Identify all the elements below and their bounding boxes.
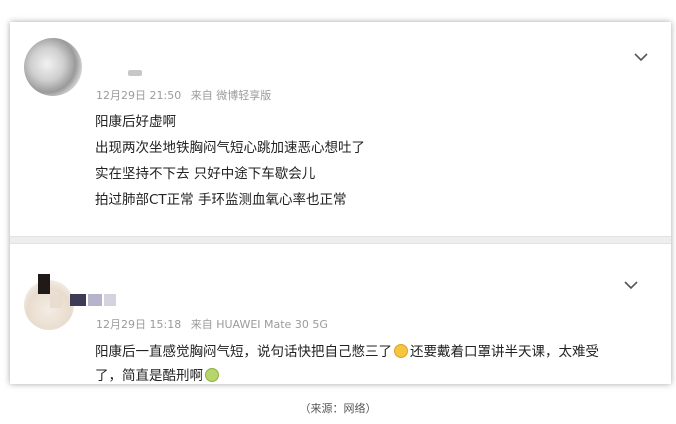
post-time: 12月29日 21:50 — [96, 89, 182, 102]
avatar-redaction — [50, 294, 62, 308]
post-text: 了，简直是酷刑啊 — [95, 368, 203, 384]
post-text-line: 阳康后一直感觉胸闷气短，说句话快把自己憋三了 还要戴着口罩讲半天课，太难受 — [95, 340, 599, 360]
post-2: 12月29日 15:18 来自 HUAWEI Mate 30 5G 阳康后一直感… — [10, 244, 671, 384]
post-text: 还要戴着口罩讲半天课，太难受 — [410, 344, 599, 360]
post-source: 来自 HUAWEI Mate 30 5G — [190, 318, 328, 331]
username-redacted — [104, 294, 116, 306]
username-redacted — [70, 294, 86, 306]
username-redacted — [128, 70, 142, 76]
nauseated-face-icon — [205, 368, 219, 382]
post-divider — [10, 236, 671, 244]
avatar[interactable] — [24, 38, 82, 96]
username-redacted — [88, 294, 102, 306]
chevron-down-icon[interactable] — [624, 280, 638, 290]
post-text-line: 阳康后好虚啊 — [95, 114, 176, 130]
post-text-line: 实在坚持不下去 只好中途下车歇会儿 — [95, 166, 316, 182]
avatar-redaction — [38, 274, 50, 294]
post-time: 12月29日 15:18 — [96, 318, 182, 331]
crying-face-icon — [394, 344, 408, 358]
post-text-line: 了，简直是酷刑啊 — [95, 364, 221, 384]
post-text: 阳康后一直感觉胸闷气短，说句话快把自己憋三了 — [95, 344, 392, 360]
post-1: 12月29日 21:50 来自 微博轻享版 阳康后好虚啊 出现两次坐地铁胸闷气短… — [10, 22, 671, 236]
post-meta: 12月29日 15:18 来自 HUAWEI Mate 30 5G — [96, 316, 328, 332]
post-meta: 12月29日 21:50 来自 微博轻享版 — [96, 87, 271, 103]
post-source: 来自 微博轻享版 — [190, 89, 272, 102]
image-caption: （来源：网络） — [299, 402, 377, 415]
post-text-line: 拍过肺部CT正常 手环监测血氧心率也正常 — [95, 192, 347, 208]
post-text-line: 出现两次坐地铁胸闷气短心跳加速恶心想吐了 — [95, 140, 365, 156]
chevron-down-icon[interactable] — [634, 52, 648, 62]
weibo-screenshot-card: 12月29日 21:50 来自 微博轻享版 阳康后好虚啊 出现两次坐地铁胸闷气短… — [10, 22, 671, 384]
